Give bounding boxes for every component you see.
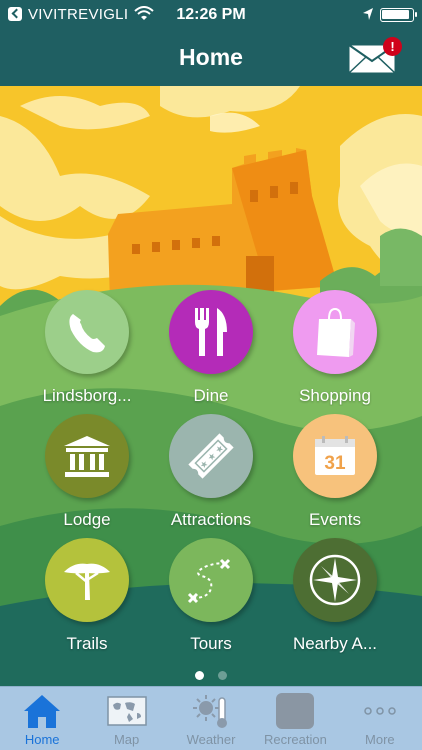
battery-icon bbox=[380, 8, 417, 22]
compass-icon bbox=[309, 554, 361, 606]
status-bar: VIVITREVIGLI 12:26 PM bbox=[0, 0, 422, 30]
tab-label: Home bbox=[24, 732, 60, 747]
fork-knife-icon bbox=[195, 308, 227, 356]
tile-label: Dine bbox=[193, 386, 229, 405]
tile-tours[interactable]: Tours bbox=[146, 538, 276, 654]
phone-icon bbox=[69, 314, 105, 353]
tab-label: More bbox=[365, 732, 395, 747]
tile-shopping-circle[interactable] bbox=[293, 290, 377, 374]
tile-dine-circle[interactable] bbox=[169, 290, 253, 374]
tile-nearby-circle[interactable] bbox=[293, 538, 377, 622]
more-icon bbox=[360, 691, 400, 731]
tab-weather[interactable]: Weather bbox=[169, 687, 253, 750]
calendar-icon: 31 bbox=[315, 436, 355, 475]
tile-label: Lindsborg... bbox=[42, 386, 132, 405]
tile-label: Attractions bbox=[170, 510, 252, 529]
tile-dine[interactable]: Dine bbox=[146, 290, 276, 406]
tile-lindsborg-circle[interactable] bbox=[45, 290, 129, 374]
tile-events-circle[interactable]: 31 bbox=[293, 414, 377, 498]
ticket-icon: ★ ★ ★ bbox=[188, 433, 234, 479]
tile-label: Events bbox=[309, 510, 361, 529]
shopping-bag-icon bbox=[317, 307, 355, 357]
calendar-day: 31 bbox=[324, 453, 346, 474]
tile-nearby[interactable]: Nearby A... bbox=[270, 538, 400, 654]
home-icon bbox=[22, 691, 62, 731]
tile-lodge[interactable]: Lodge bbox=[22, 414, 152, 530]
status-time: 12:26 PM bbox=[176, 6, 246, 23]
tile-attractions[interactable]: ★ ★ ★ Attractions bbox=[146, 414, 276, 530]
tab-label: Weather bbox=[186, 732, 236, 747]
page-indicator[interactable] bbox=[0, 667, 422, 685]
tab-recreation[interactable]: Recreation bbox=[253, 687, 337, 750]
tile-lindsborg[interactable]: Lindsborg... bbox=[22, 290, 152, 406]
page-dot-1[interactable] bbox=[194, 671, 204, 680]
tile-tours-circle[interactable] bbox=[169, 538, 253, 622]
tab-bar: Home Map Weather Recreation More bbox=[0, 686, 422, 750]
tab-home[interactable]: Home bbox=[0, 687, 84, 750]
tile-lodge-circle[interactable] bbox=[45, 414, 129, 498]
tile-label: Trails bbox=[66, 634, 108, 653]
tab-label: Recreation bbox=[263, 732, 327, 747]
bank-building-icon bbox=[64, 436, 110, 477]
tab-more[interactable]: More bbox=[338, 687, 422, 750]
tile-shopping[interactable]: Shopping bbox=[270, 290, 400, 406]
tab-label: Map bbox=[113, 732, 140, 747]
world-map-icon bbox=[106, 691, 147, 731]
tree-icon bbox=[64, 563, 110, 600]
page-dot-2[interactable] bbox=[218, 671, 228, 680]
tile-trails[interactable]: Trails bbox=[22, 538, 152, 654]
location-arrow-icon bbox=[362, 7, 374, 25]
nav-bar: Home bbox=[0, 30, 422, 86]
tile-label: Lodge bbox=[63, 510, 111, 529]
tile-label: Nearby A... bbox=[292, 634, 378, 653]
notification-badge: ! bbox=[383, 37, 402, 56]
route-map-icon bbox=[187, 558, 231, 604]
tile-events[interactable]: 31 Events bbox=[270, 414, 400, 530]
tile-label: Tours bbox=[190, 634, 232, 653]
tab-map[interactable]: Map bbox=[84, 687, 168, 750]
tile-trails-circle[interactable] bbox=[45, 538, 129, 622]
recreation-icon bbox=[275, 691, 315, 731]
tile-label: Shopping bbox=[299, 386, 371, 405]
weather-icon bbox=[191, 691, 231, 731]
tile-attractions-circle[interactable]: ★ ★ ★ bbox=[169, 414, 253, 498]
